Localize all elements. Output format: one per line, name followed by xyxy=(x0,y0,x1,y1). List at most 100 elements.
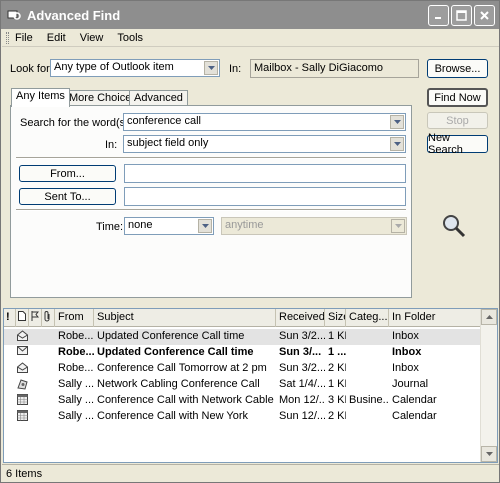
look-for-select[interactable]: Any type of Outlook item xyxy=(50,59,220,77)
result-row[interactable]: Robe... Updated Conference Call time Sun… xyxy=(4,329,481,345)
chevron-down-icon[interactable] xyxy=(204,61,218,75)
close-button[interactable] xyxy=(474,5,495,26)
subject-cell: Updated Conference Call time xyxy=(97,346,254,358)
size-column-header[interactable]: Size xyxy=(325,309,346,327)
sent-to-field[interactable] xyxy=(124,187,406,206)
sent-to-button[interactable]: Sent To... xyxy=(19,188,116,205)
calendar-icon xyxy=(16,409,29,425)
result-row[interactable]: Robe... Conference Call Tomorrow at 2 pm… xyxy=(4,361,481,377)
menu-edit[interactable]: Edit xyxy=(47,32,66,44)
calendar-icon xyxy=(16,393,29,409)
subject-column-header[interactable]: Subject xyxy=(94,309,276,327)
results-header: ! From Subject Received Size Categ... In… xyxy=(4,309,481,327)
size-cell: 1 KB xyxy=(328,378,346,390)
result-row[interactable]: Sally ... Network Cabling Conference Cal… xyxy=(4,377,481,393)
subject-cell: Updated Conference Call time xyxy=(97,330,245,342)
size-cell: 3 KB xyxy=(328,394,346,406)
menu-grip-handle[interactable] xyxy=(6,31,9,44)
maximize-button[interactable] xyxy=(451,5,472,26)
received-column-header[interactable]: Received xyxy=(276,309,325,327)
flag-column-header[interactable] xyxy=(29,309,42,327)
size-cell: 1 ... xyxy=(328,346,346,358)
received-cell: Sun 3/... xyxy=(279,346,322,358)
received-cell: Sun 3/2... xyxy=(279,362,325,374)
look-for-label: Look for: xyxy=(10,63,53,75)
categories-cell xyxy=(346,377,389,393)
categories-cell xyxy=(346,345,389,361)
search-in-value: subject field only xyxy=(127,137,209,149)
importance-column-header[interactable]: ! xyxy=(4,309,16,327)
received-cell: Sat 1/4/... xyxy=(279,378,325,390)
search-words-value: conference call xyxy=(127,115,201,127)
from-column-header[interactable]: From xyxy=(55,309,94,327)
search-location-field: Mailbox - Sally DiGiacomo xyxy=(250,59,419,78)
from-field[interactable] xyxy=(124,164,406,183)
magnifier-icon xyxy=(441,213,467,242)
chevron-down-icon[interactable] xyxy=(198,219,212,233)
subject-cell: Conference Call with New York xyxy=(97,410,249,422)
received-cell: Mon 12/... xyxy=(279,394,325,406)
separator xyxy=(16,209,406,211)
status-bar: 6 Items xyxy=(2,464,499,483)
item-count: 6 Items xyxy=(6,468,43,480)
subject-cell: Conference Call Tomorrow at 2 pm xyxy=(97,362,267,374)
menu-view[interactable]: View xyxy=(80,32,104,44)
tab-any-items[interactable]: Any Items xyxy=(11,88,70,107)
from-cell: Robe... xyxy=(58,346,94,358)
results-list: ! From Subject Received Size Categ... In… xyxy=(3,308,498,463)
journal-icon xyxy=(16,377,29,393)
find-now-button[interactable]: Find Now xyxy=(427,88,488,107)
from-button[interactable]: From... xyxy=(19,165,116,182)
from-cell: Sally ... xyxy=(58,394,94,406)
chevron-down-icon[interactable] xyxy=(390,115,404,129)
time-range-value: anytime xyxy=(225,219,264,231)
subject-cell: Conference Call with Network Cable Inst.… xyxy=(97,394,276,406)
from-cell: Sally ... xyxy=(58,378,94,390)
attachment-column-header[interactable] xyxy=(42,309,55,327)
time-label: Time: xyxy=(96,221,124,233)
envelope-open-icon xyxy=(16,361,29,377)
result-row[interactable]: Robe... Updated Conference Call time Sun… xyxy=(4,345,481,361)
categories-cell xyxy=(346,409,389,425)
scroll-down-button[interactable] xyxy=(481,446,497,462)
received-cell: Sun 12/... xyxy=(279,410,325,422)
window-title: Advanced Find xyxy=(27,7,121,23)
folder-cell: Calendar xyxy=(392,394,437,406)
time-range-select: anytime xyxy=(221,217,407,235)
title-bar[interactable]: Advanced Find xyxy=(1,1,499,29)
categories-column-header[interactable]: Categ... xyxy=(346,309,389,327)
time-value: none xyxy=(128,219,153,231)
scroll-up-button[interactable] xyxy=(481,309,497,325)
envelope-icon xyxy=(16,345,29,361)
in-folder-column-header[interactable]: In Folder xyxy=(389,309,481,327)
stop-button[interactable]: Stop xyxy=(427,112,488,129)
new-search-button[interactable]: New Search xyxy=(427,132,488,156)
size-cell: 1 KB xyxy=(328,330,346,342)
menu-file[interactable]: File xyxy=(15,32,33,44)
chevron-down-icon[interactable] xyxy=(390,137,404,151)
item-type-column-header[interactable] xyxy=(16,309,29,327)
search-words-label: Search for the word(s): xyxy=(20,117,132,129)
folder-cell: Journal xyxy=(392,378,429,390)
search-words-input[interactable]: conference call xyxy=(123,113,406,131)
menu-tools[interactable]: Tools xyxy=(117,32,143,44)
result-row[interactable]: Sally ... Conference Call with New York … xyxy=(4,409,481,425)
envelope-open-icon xyxy=(16,329,29,345)
folder-cell: Inbox xyxy=(392,346,422,358)
from-cell: Sally ... xyxy=(58,410,94,422)
minimize-button[interactable] xyxy=(428,5,449,26)
folder-cell: Calendar xyxy=(392,410,437,422)
flag-icon xyxy=(31,311,40,324)
search-in-select[interactable]: subject field only xyxy=(123,135,406,153)
time-select[interactable]: none xyxy=(124,217,214,235)
search-in-label: In: xyxy=(105,139,118,151)
paperclip-icon xyxy=(44,311,51,325)
result-row[interactable]: Sally ... Conference Call with Network C… xyxy=(4,393,481,409)
folder-cell: Inbox xyxy=(392,362,419,374)
look-for-value: Any type of Outlook item xyxy=(54,61,174,73)
size-cell: 2 KB xyxy=(328,362,346,374)
browse-button[interactable]: Browse... xyxy=(427,59,488,78)
folder-cell: Inbox xyxy=(392,330,419,342)
categories-cell xyxy=(346,329,389,345)
results-scrollbar[interactable] xyxy=(480,309,497,462)
